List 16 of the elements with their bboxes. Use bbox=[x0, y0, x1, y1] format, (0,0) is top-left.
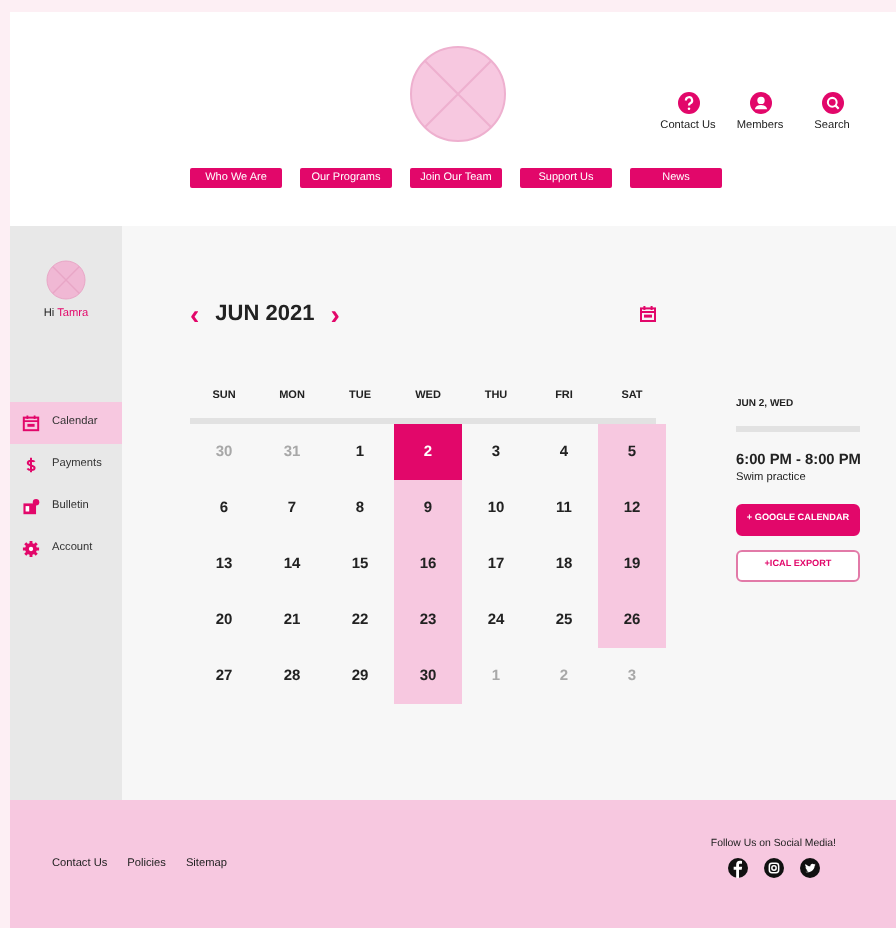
bulletin-icon bbox=[22, 498, 40, 516]
dollar-icon bbox=[22, 456, 40, 474]
help-icon bbox=[677, 92, 699, 114]
avatar-placeholder bbox=[46, 260, 86, 300]
bird-icon[interactable] bbox=[799, 858, 820, 879]
previous-month-button[interactable]: ‹ bbox=[190, 300, 200, 328]
facebook-icon[interactable] bbox=[727, 858, 748, 879]
next-month-button[interactable]: › bbox=[330, 300, 340, 328]
calendar-icon bbox=[22, 414, 40, 432]
calendar-icon[interactable] bbox=[640, 306, 656, 322]
month-title: JUN 2021 bbox=[215, 299, 315, 330]
gear-icon bbox=[22, 540, 40, 558]
search-icon bbox=[821, 92, 843, 114]
person-icon bbox=[749, 92, 771, 114]
camera-icon[interactable] bbox=[763, 858, 784, 879]
logo-placeholder bbox=[410, 46, 506, 142]
